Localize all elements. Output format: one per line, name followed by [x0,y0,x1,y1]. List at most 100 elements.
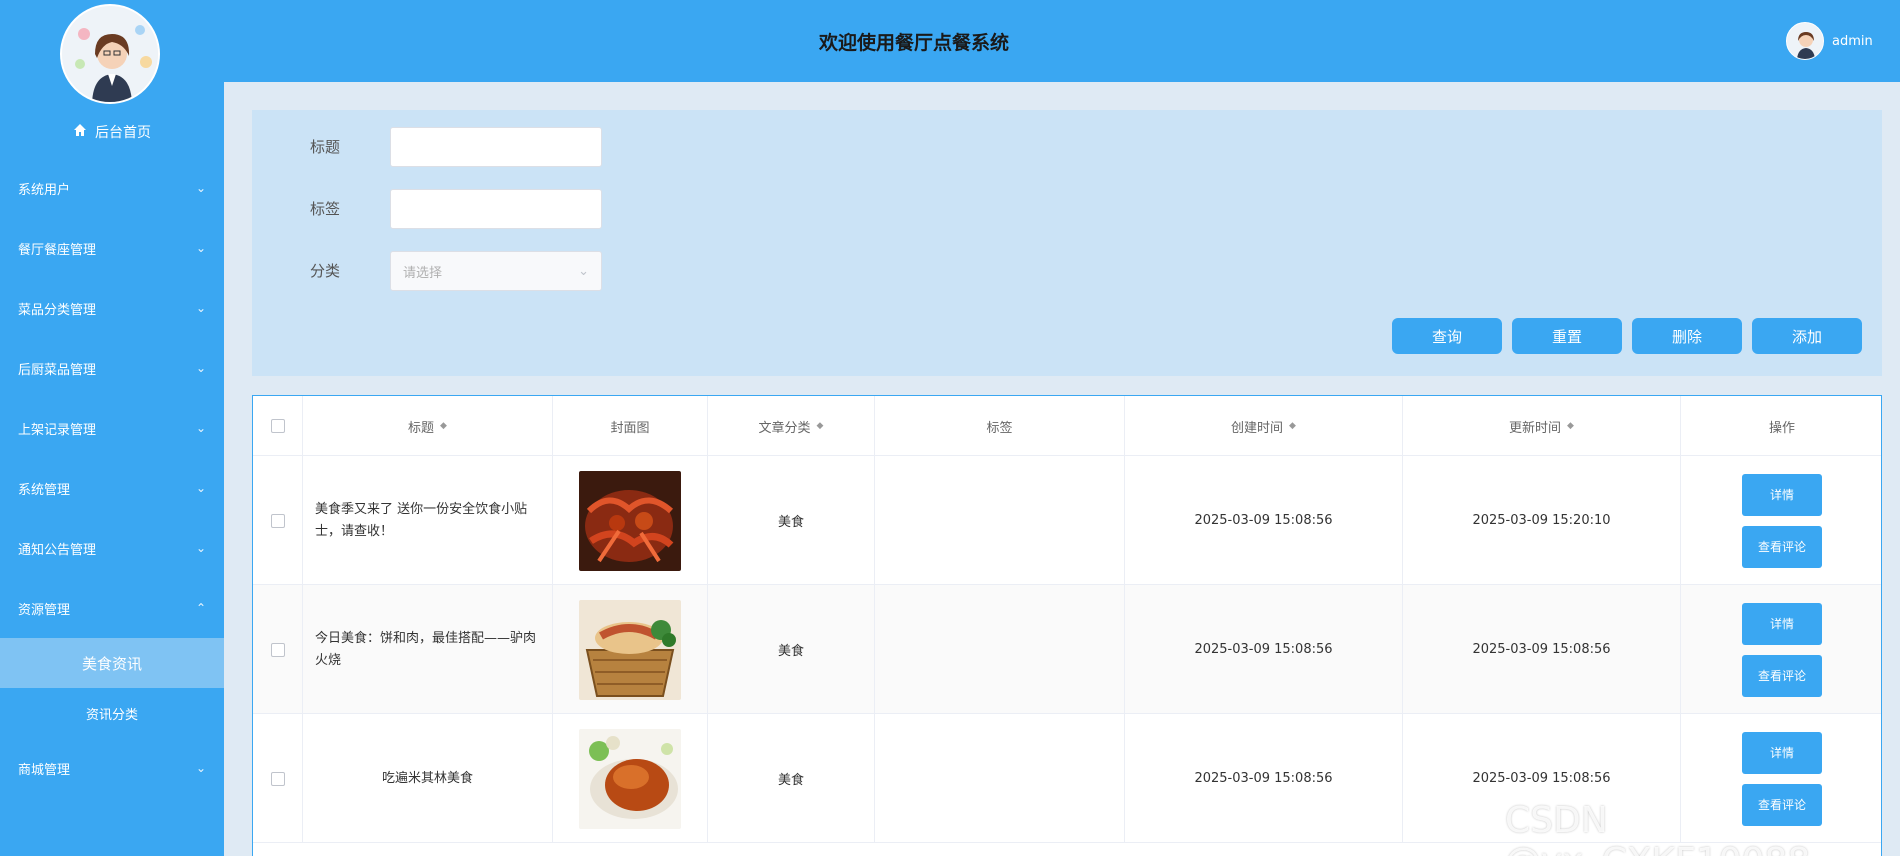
sidebar-item-listing-records[interactable]: 上架记录管理 ⌄ [0,398,224,458]
column-category-label: 文章分类 [758,420,811,436]
view-comments-button[interactable]: 查看评论 [1742,654,1822,697]
sort-icon[interactable]: ◆ [440,421,447,431]
sidebar-home-label: 后台首页 [95,125,151,141]
row-tag [875,714,1125,843]
row-checkbox-cell [253,456,303,585]
column-header-title[interactable]: 标题 ◆ [303,396,553,456]
chevron-down-icon: ⌄ [195,241,206,255]
chevron-down-icon: ⌄ [195,301,206,315]
column-header-actions: 操作 [1681,396,1881,456]
sidebar-subitem-label: 资讯分类 [85,707,138,723]
header-select-all[interactable] [253,396,303,456]
row-created: 2025-03-09 15:08:56 [1125,714,1403,843]
sort-icon[interactable]: ◆ [817,421,824,431]
sidebar-item-label: 菜品分类管理 [18,302,97,318]
user-menu[interactable]: admin [1786,22,1873,60]
username: admin [1832,33,1873,49]
sidebar-item-announcements[interactable]: 通知公告管理 ⌄ [0,518,224,578]
title-label: 标题 [310,138,341,156]
sidebar-subitem-food-news[interactable]: 美食资讯 [0,638,224,688]
row-category: 美食 [708,714,875,843]
category-placeholder: 请选择 [403,265,443,281]
cover-image[interactable] [579,599,681,700]
row-title: 美食季又来了 送你一份安全饮食小贴士，请查收！ [303,456,553,585]
row-title: 今日美食：饼和肉，最佳搭配——驴肉火烧 [303,585,553,714]
column-header-cover: 封面图 [553,396,708,456]
view-comments-button[interactable]: 查看评论 [1742,525,1822,568]
chevron-down-icon: ⌄ [195,481,206,495]
row-checkbox-cell [253,714,303,843]
cover-cell [553,585,708,714]
cover-image[interactable] [579,470,681,571]
chevron-down-icon: ⌄ [195,761,206,775]
row-checkbox[interactable] [270,513,285,528]
row-updated: 2025-03-09 15:08:56 [1403,585,1681,714]
cover-cell [553,714,708,843]
avatar [1786,22,1824,60]
home-icon [73,123,87,141]
column-header-category[interactable]: 文章分类 ◆ [708,396,875,456]
row-checkbox-cell [253,585,303,714]
row-actions: 详情 查看评论 [1681,585,1881,714]
delete-button[interactable]: 删除 [1632,318,1742,354]
column-header-tag: 标签 [875,396,1125,456]
select-all-checkbox[interactable] [270,419,285,433]
tag-label: 标签 [310,200,341,218]
detail-button[interactable]: 详情 [1742,473,1822,516]
page-title: 欢迎使用餐厅点餐系统 [818,32,1009,54]
chevron-down-icon: ⌄ [195,361,206,375]
sidebar-item-label: 系统管理 [18,482,71,498]
row-checkbox[interactable] [270,771,285,786]
row-title: 吃遍米其林美食 [303,714,553,843]
sidebar-item-label: 通知公告管理 [18,542,97,558]
sidebar-item-system-users[interactable]: 系统用户 ⌄ [0,158,224,218]
chevron-down-icon: ⌄ [578,263,589,279]
cover-image[interactable] [579,728,681,829]
sidebar-item-label: 商城管理 [18,762,71,778]
sidebar-item-resource-management[interactable]: 资源管理 ⌃ [0,578,224,638]
row-actions: 详情 查看评论 [1681,456,1881,585]
sidebar-item-kitchen-dishes[interactable]: 后厨菜品管理 ⌄ [0,338,224,398]
column-tag-label: 标签 [986,420,1013,436]
sidebar-item-label: 系统用户 [18,182,71,198]
sidebar-item-label: 上架记录管理 [18,422,97,438]
chevron-up-icon: ⌃ [195,601,206,615]
row-checkbox[interactable] [270,642,285,657]
sort-icon[interactable]: ◆ [1289,421,1296,431]
query-button[interactable]: 查询 [1392,318,1502,354]
sidebar-item-seat-management[interactable]: 餐厅餐座管理 ⌄ [0,218,224,278]
reset-button[interactable]: 重置 [1512,318,1622,354]
column-title-label: 标题 [408,420,435,436]
row-created: 2025-03-09 15:08:56 [1125,585,1403,714]
tag-input[interactable] [390,189,602,229]
sidebar-home-link[interactable]: 后台首页 [0,118,224,146]
chevron-down-icon: ⌄ [195,181,206,195]
title-input[interactable] [390,127,602,167]
sidebar-item-mall-management[interactable]: 商城管理 ⌄ [0,738,224,798]
table-row: 今日美食：饼和肉，最佳搭配——驴肉火烧 美食 2025-03-09 15:08:… [253,585,1881,714]
column-created-label: 创建时间 [1231,420,1284,436]
column-header-created[interactable]: 创建时间 ◆ [1125,396,1403,456]
sidebar-item-label: 餐厅餐座管理 [18,242,97,258]
sidebar-avatar [60,4,160,104]
add-button[interactable]: 添加 [1752,318,1862,354]
sidebar-subitem-news-category[interactable]: 资讯分类 [0,688,224,738]
column-header-updated[interactable]: 更新时间 ◆ [1403,396,1681,456]
row-created: 2025-03-09 15:08:56 [1125,456,1403,585]
detail-button[interactable]: 详情 [1742,731,1822,774]
sidebar: 后台首页 系统用户 ⌄ 餐厅餐座管理 ⌄ 菜品分类管理 ⌄ 后厨菜品管理 ⌄ 上… [0,0,224,856]
sidebar-item-dish-category[interactable]: 菜品分类管理 ⌄ [0,278,224,338]
sidebar-item-system-management[interactable]: 系统管理 ⌄ [0,458,224,518]
chevron-down-icon: ⌄ [195,541,206,555]
detail-button[interactable]: 详情 [1742,602,1822,645]
search-panel: 标题 标签 分类 请选择 ⌄ 查询 重置 删除 添加 [252,110,1882,376]
column-actions-label: 操作 [1768,420,1795,436]
row-category: 美食 [708,585,875,714]
row-category: 美食 [708,456,875,585]
category-label: 分类 [310,262,341,280]
category-select[interactable]: 请选择 ⌄ [390,251,602,291]
table-row: 美食季又来了 送你一份安全饮食小贴士，请查收！ 美食 2025-03-09 15… [253,456,1881,585]
sort-icon[interactable]: ◆ [1567,421,1574,431]
top-header: 欢迎使用餐厅点餐系统 admin [224,0,1900,82]
watermark: CSDN @vx_CXKF10088 [1505,800,1810,856]
